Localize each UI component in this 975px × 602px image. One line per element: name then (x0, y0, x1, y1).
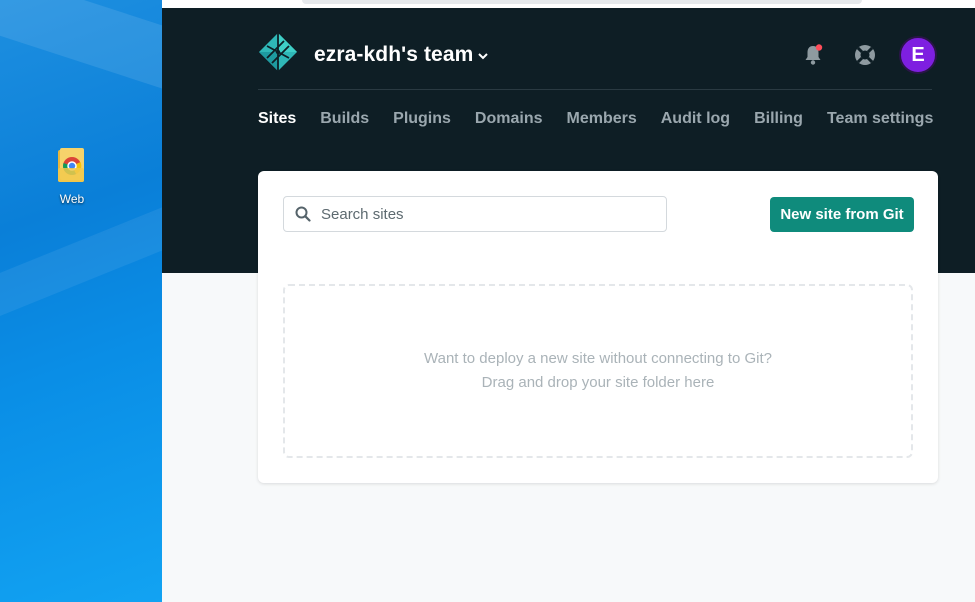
team-nav-tabs: Sites Builds Plugins Domains Members Aud… (258, 110, 957, 128)
netlify-app: ezra-kdh's team E Sites Builds Plugins D… (162, 0, 975, 602)
bell-icon[interactable] (801, 43, 825, 67)
search-icon (295, 206, 311, 222)
drop-zone-text-line1: Want to deploy a new site without connec… (424, 350, 772, 367)
netlify-logo-icon[interactable] (258, 32, 298, 77)
site-drop-zone[interactable]: Want to deploy a new site without connec… (283, 284, 913, 458)
search-box[interactable] (283, 196, 667, 232)
tab-team-settings[interactable]: Team settings (827, 110, 933, 128)
desktop-shortcut-label: Web (59, 192, 85, 206)
tab-billing[interactable]: Billing (754, 110, 803, 128)
tab-audit-log[interactable]: Audit log (661, 110, 730, 128)
browser-scroll-edge (302, 0, 862, 4)
tab-members[interactable]: Members (567, 110, 637, 128)
team-switcher[interactable]: ezra-kdh's team (258, 32, 489, 77)
desktop-background: Web (0, 0, 162, 602)
team-name[interactable]: ezra-kdh's team (314, 43, 473, 67)
desktop-shortcut-web[interactable]: Web (48, 146, 96, 206)
browser-top-strip (162, 0, 975, 8)
user-avatar[interactable]: E (899, 36, 937, 74)
drop-zone-text-line2: Drag and drop your site folder here (481, 374, 715, 391)
header-actions: E (773, 36, 937, 74)
chevron-down-icon[interactable] (478, 49, 489, 63)
tab-domains[interactable]: Domains (475, 110, 543, 128)
tab-builds[interactable]: Builds (320, 110, 369, 128)
sites-card: New site from Git Want to deploy a new s… (258, 171, 938, 483)
search-input[interactable] (319, 204, 653, 224)
header-divider (258, 89, 932, 90)
tab-plugins[interactable]: Plugins (393, 110, 451, 128)
new-site-from-git-button[interactable]: New site from Git (770, 197, 914, 232)
folder-icon (56, 146, 88, 186)
lifebuoy-icon[interactable] (853, 43, 877, 67)
tab-sites[interactable]: Sites (258, 110, 296, 128)
